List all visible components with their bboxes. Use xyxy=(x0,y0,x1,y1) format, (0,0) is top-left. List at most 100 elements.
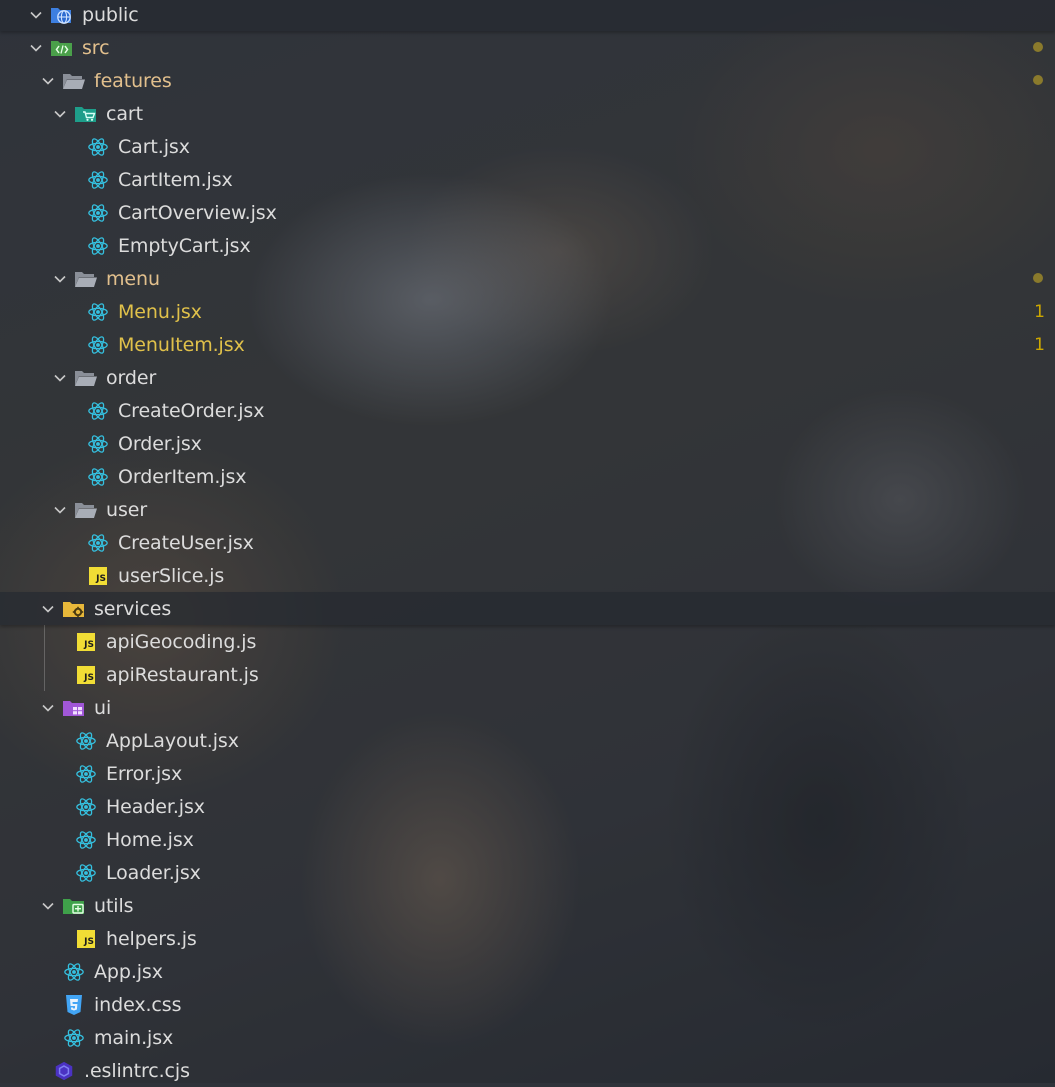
javascript-icon: JS xyxy=(74,630,98,654)
folder-row-public[interactable]: public xyxy=(0,0,1055,31)
chevron-down-icon[interactable] xyxy=(52,493,68,526)
file-row-home-jsx[interactable]: Home.jsx xyxy=(0,823,1055,856)
folder-label: services xyxy=(94,597,172,620)
modified-dot-indicator xyxy=(1033,75,1043,85)
file-label: helpers.js xyxy=(106,927,197,950)
folder-row-menu[interactable]: menu xyxy=(0,262,1055,295)
modified-dot-indicator xyxy=(1033,273,1043,283)
folder-row-utils[interactable]: utils xyxy=(0,889,1055,922)
file-row-cart-jsx[interactable]: Cart.jsx xyxy=(0,130,1055,163)
file-row-apigeocoding-js[interactable]: JS apiGeocoding.js xyxy=(0,625,1055,658)
file-row-cartitem-jsx[interactable]: CartItem.jsx xyxy=(0,163,1055,196)
folder-open-icon xyxy=(62,69,86,93)
modified-dot-indicator xyxy=(1033,42,1043,52)
chevron-down-icon[interactable] xyxy=(40,64,56,97)
file-row-cartoverview-jsx[interactable]: CartOverview.jsx xyxy=(0,196,1055,229)
file-row-menuitem-jsx[interactable]: MenuItem.jsx 1 xyxy=(0,328,1055,361)
javascript-icon-glyph: JS xyxy=(77,632,95,651)
file-label: .eslintrc.cjs xyxy=(84,1059,190,1082)
react-icon xyxy=(86,168,110,192)
folder-label: menu xyxy=(106,267,160,290)
file-row-createuser-jsx[interactable]: CreateUser.jsx xyxy=(0,526,1055,559)
file-row-eslintrc-cjs[interactable]: .eslintrc.cjs xyxy=(0,1054,1055,1087)
folder-row-cart[interactable]: cart xyxy=(0,97,1055,130)
folder-row-ui[interactable]: ui xyxy=(0,691,1055,724)
folder-label: user xyxy=(106,498,148,521)
services-folder-icon xyxy=(62,597,86,621)
public-folder-icon xyxy=(50,3,74,27)
react-icon xyxy=(74,729,98,753)
file-label: CartItem.jsx xyxy=(118,168,233,191)
file-row-userslice-js[interactable]: JS userSlice.js xyxy=(0,559,1055,592)
react-icon xyxy=(74,861,98,885)
javascript-icon: JS xyxy=(74,927,98,951)
folder-row-src[interactable]: src xyxy=(0,31,1055,64)
folder-label: ui xyxy=(94,696,112,719)
file-row-main-jsx[interactable]: main.jsx xyxy=(0,1021,1055,1054)
file-row-index-css[interactable]: index.css xyxy=(0,988,1055,1021)
javascript-icon: JS xyxy=(74,663,98,687)
file-label: CreateUser.jsx xyxy=(118,531,254,554)
react-icon xyxy=(74,828,98,852)
chevron-down-icon[interactable] xyxy=(40,889,56,922)
react-icon xyxy=(86,135,110,159)
file-label: Loader.jsx xyxy=(106,861,201,884)
file-label: Error.jsx xyxy=(106,762,183,785)
problem-count-badge: 1 xyxy=(1034,334,1045,355)
folder-open-icon xyxy=(74,267,98,291)
react-icon xyxy=(86,201,110,225)
folder-label: public xyxy=(82,3,139,26)
folder-row-features[interactable]: features xyxy=(0,64,1055,97)
file-row-orderitem-jsx[interactable]: OrderItem.jsx xyxy=(0,460,1055,493)
folder-open-icon xyxy=(74,498,98,522)
file-row-header-jsx[interactable]: Header.jsx xyxy=(0,790,1055,823)
src-folder-icon xyxy=(50,36,74,60)
file-row-order-jsx[interactable]: Order.jsx xyxy=(0,427,1055,460)
file-row-createorder-jsx[interactable]: CreateOrder.jsx xyxy=(0,394,1055,427)
file-row-apirestaurant-js[interactable]: JS apiRestaurant.js xyxy=(0,658,1055,691)
react-icon xyxy=(86,465,110,489)
chevron-down-icon[interactable] xyxy=(52,262,68,295)
file-row-app-jsx[interactable]: App.jsx xyxy=(0,955,1055,988)
chevron-down-icon[interactable] xyxy=(52,361,68,394)
file-row-loader-jsx[interactable]: Loader.jsx xyxy=(0,856,1055,889)
file-row-emptycart-jsx[interactable]: EmptyCart.jsx xyxy=(0,229,1055,262)
chevron-down-icon[interactable] xyxy=(40,592,56,625)
file-label: AppLayout.jsx xyxy=(106,729,239,752)
file-label: Order.jsx xyxy=(118,432,202,455)
folder-row-services[interactable]: services xyxy=(0,592,1055,625)
chevron-down-icon[interactable] xyxy=(28,0,44,31)
react-icon xyxy=(86,432,110,456)
react-icon xyxy=(62,1026,86,1050)
javascript-icon-glyph: JS xyxy=(77,929,95,948)
css-icon xyxy=(62,993,86,1017)
file-label: CartOverview.jsx xyxy=(118,201,277,224)
react-icon xyxy=(74,762,98,786)
react-icon xyxy=(86,300,110,324)
file-label: Menu.jsx xyxy=(118,300,202,323)
file-row-error-jsx[interactable]: Error.jsx xyxy=(0,757,1055,790)
file-row-applayout-jsx[interactable]: AppLayout.jsx xyxy=(0,724,1055,757)
folder-row-user[interactable]: user xyxy=(0,493,1055,526)
cart-folder-icon xyxy=(74,102,98,126)
eslint-icon xyxy=(52,1059,76,1083)
file-row-helpers-js[interactable]: JS helpers.js xyxy=(0,922,1055,955)
file-label: EmptyCart.jsx xyxy=(118,234,251,257)
folder-row-order[interactable]: order xyxy=(0,361,1055,394)
javascript-icon-glyph: JS xyxy=(89,566,107,585)
react-icon xyxy=(86,234,110,258)
file-label: apiRestaurant.js xyxy=(106,663,259,686)
chevron-down-icon[interactable] xyxy=(28,31,44,64)
react-icon xyxy=(86,333,110,357)
problem-count-badge: 1 xyxy=(1034,301,1045,322)
file-label: index.css xyxy=(94,993,182,1016)
folder-label: utils xyxy=(94,894,134,917)
chevron-down-icon[interactable] xyxy=(52,97,68,130)
chevron-down-icon[interactable] xyxy=(40,691,56,724)
react-icon xyxy=(62,960,86,984)
file-row-menu-jsx[interactable]: Menu.jsx 1 xyxy=(0,295,1055,328)
folder-open-icon xyxy=(74,366,98,390)
javascript-icon: JS xyxy=(86,564,110,588)
file-label: OrderItem.jsx xyxy=(118,465,247,488)
file-label: MenuItem.jsx xyxy=(118,333,245,356)
